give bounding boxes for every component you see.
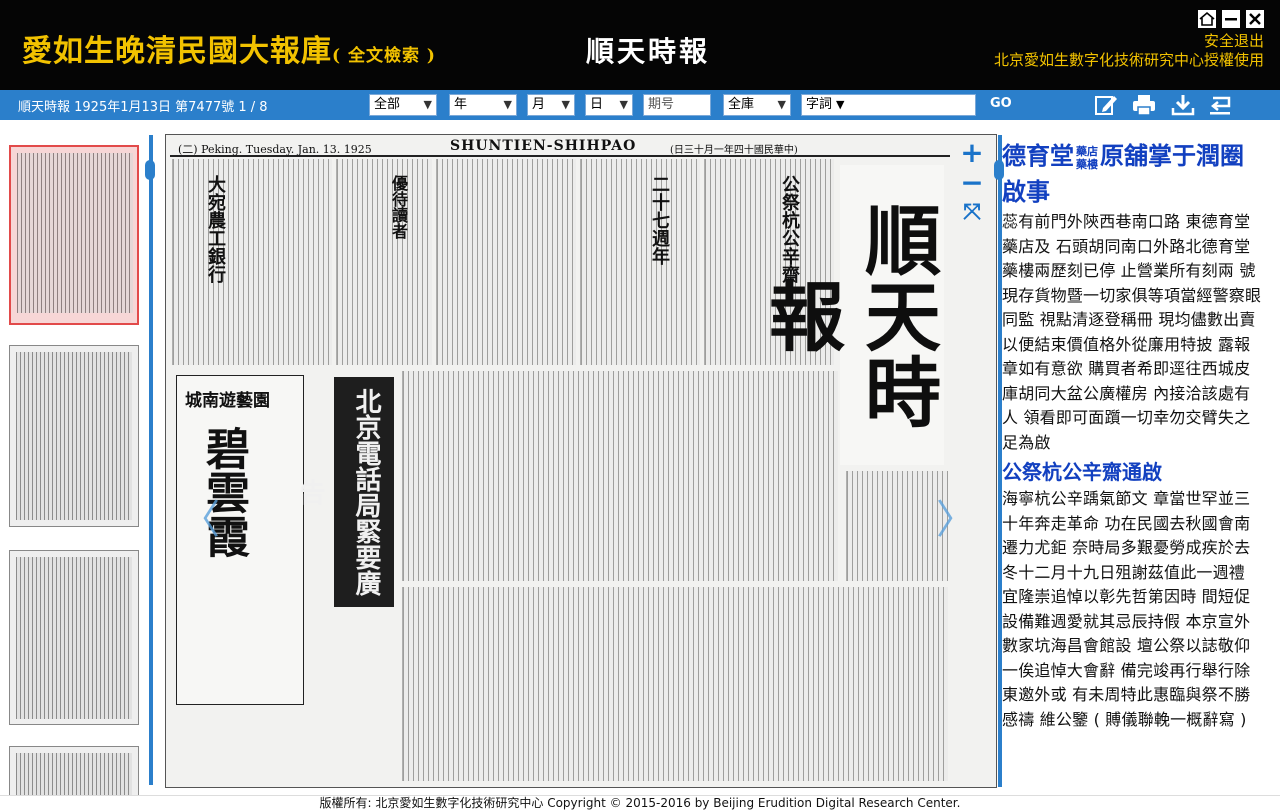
chevron-down-icon: ▼ [619,98,628,111]
zoom-out-icon[interactable]: − [950,168,994,198]
transcript-panel: 德育堂 藥店 藥樓原舖掌于潤圈啟事 蕊有前門外陝西巷南口路 東德育堂藥店及 石頭胡同… [1002,138,1264,793]
home-icon[interactable] [1198,10,1216,28]
issue-number-placeholder: 期号 [648,97,675,112]
thumbnail-scroll-handle[interactable] [145,160,155,180]
article-body: 蕊有前門外陝西巷南口路 東德育堂藥店及 石頭胡同南口外路北德育堂藥樓兩歷刻已停 … [1002,212,1262,452]
fit-screen-icon[interactable]: ⤧ [950,198,994,228]
minimize-icon[interactable] [1222,10,1240,28]
scope-select[interactable]: 全部 ▼ [369,94,437,116]
keyword-field-type: 字詞 [806,97,833,112]
zoom-in-icon[interactable]: + [950,138,994,168]
zoom-controls: + − ⤧ [950,138,994,228]
day-select-value: 日 [590,97,604,112]
thumbnail-page-1[interactable] [9,145,139,325]
year-select[interactable]: 年 ▼ [449,94,517,116]
article-title[interactable]: 德育堂 藥店 藥樓原舖掌于潤圈啟事 [1002,138,1264,210]
newsprint-headline: 大宛農工銀行 [205,175,226,283]
app-header: 愛如生晚清民國大報庫( 全文檢索 ) 順天時報 安全退出 北京愛如生數字化技術研… [0,0,1280,90]
search-toolbar: 順天時報 1925年1月13日 第7477號 1 / 8 全部 ▼ 年 ▼ 月 ▼ 日… [0,90,1280,120]
copyright-footer: 版權所有: 北京愛如生數字化技術研究中心 Copyright © 2015-20… [0,795,1280,812]
newsprint-column [402,587,948,781]
page-thumbnails [0,120,158,806]
newsprint-column [436,159,576,365]
paper-title: 順天時報 [586,35,711,68]
brand-subtitle: ( 全文檢索 ) [332,46,436,66]
chevron-down-icon: ▼ [503,98,512,111]
newsprint-headline: 二十七週年 [649,175,670,265]
article-title-note: 藥店 藥樓 [1076,144,1098,171]
day-select[interactable]: 日 ▼ [585,94,633,116]
article-body-2: 海寧杭公辛踽氣節文 章當世罕並三十年奔走革命 功在民國去秋國會南遷力尤鉅 奈時局… [1002,489,1251,729]
return-icon[interactable] [1207,93,1233,117]
article-title-main: 德育堂 [1002,141,1074,170]
month-select[interactable]: 月 ▼ [527,94,575,116]
license-text: 北京愛如生數字化技術研究中心授權使用 [993,51,1264,69]
newsprint-column [336,159,432,365]
issue-number-input[interactable]: 期号 [643,94,711,116]
scope-select-value: 全部 [374,97,401,112]
article-title-2[interactable]: 公祭杭公辛齋通啟 [1002,457,1264,487]
close-icon[interactable] [1246,10,1264,28]
newspaper-title-en: SHUNTIEN-SHIHPAO [450,138,637,154]
newsprint-column [580,159,700,365]
month-select-value: 月 [532,97,546,112]
prev-page-arrow[interactable]: 〈 [180,487,220,545]
keyword-input[interactable]: 字詞 ▼ [801,94,976,116]
newsprint-column [846,471,948,581]
thumbnail-page-3[interactable] [9,550,139,725]
newsprint-ad-telephone: 北京電話局緊要廣告 [295,377,394,607]
brand-title: 愛如生晚清民國大報庫 [22,34,332,69]
window-controls [1198,10,1264,28]
next-page-arrow[interactable]: 〉 [936,487,976,545]
newsprint-headline: 公祭杭公辛齋 [779,175,800,283]
issue-info: 順天時報 1925年1月13日 第7477號 1 / 8 [18,100,268,115]
chevron-down-icon: ▼ [777,98,786,111]
newspaper-page-image[interactable]: (二) Peking. Tuesday. Jan. 13. 1925 SHUNT… [165,134,997,788]
year-select-value: 年 [454,97,468,112]
database-select-value: 全庫 [728,97,755,112]
newspaper-masthead: 順天時報 [756,165,944,465]
database-select[interactable]: 全庫 ▼ [723,94,791,116]
newsprint-headline: 優待讀者 [389,175,408,239]
thumbnail-scrollbar[interactable] [149,135,153,785]
thumbnail-page-2[interactable] [9,345,139,527]
go-button[interactable]: GO [990,96,1012,111]
newspaper-header-line: (二) Peking. Tuesday. Jan. 13. 1925 SHUNT… [170,137,950,157]
brand-logo: 愛如生晚清民國大報庫( 全文檢索 ) [22,26,436,70]
edit-icon[interactable] [1093,93,1119,117]
newspaper-date-cn: (日三十月一年四十國民華中) [670,145,798,156]
newsprint-column [172,159,332,365]
newsprint-column [402,371,838,581]
chevron-down-icon: ▼ [423,98,432,111]
chevron-down-icon: ▼ [836,98,845,111]
newspaper-date-en: (二) Peking. Tuesday. Jan. 13. 1925 [178,143,372,156]
ad-title: 城南遊藝園 [185,391,270,411]
logout-link[interactable]: 安全退出 [1204,30,1264,51]
chevron-down-icon: ▼ [561,98,570,111]
print-icon[interactable] [1131,93,1157,117]
download-icon[interactable] [1170,93,1196,117]
